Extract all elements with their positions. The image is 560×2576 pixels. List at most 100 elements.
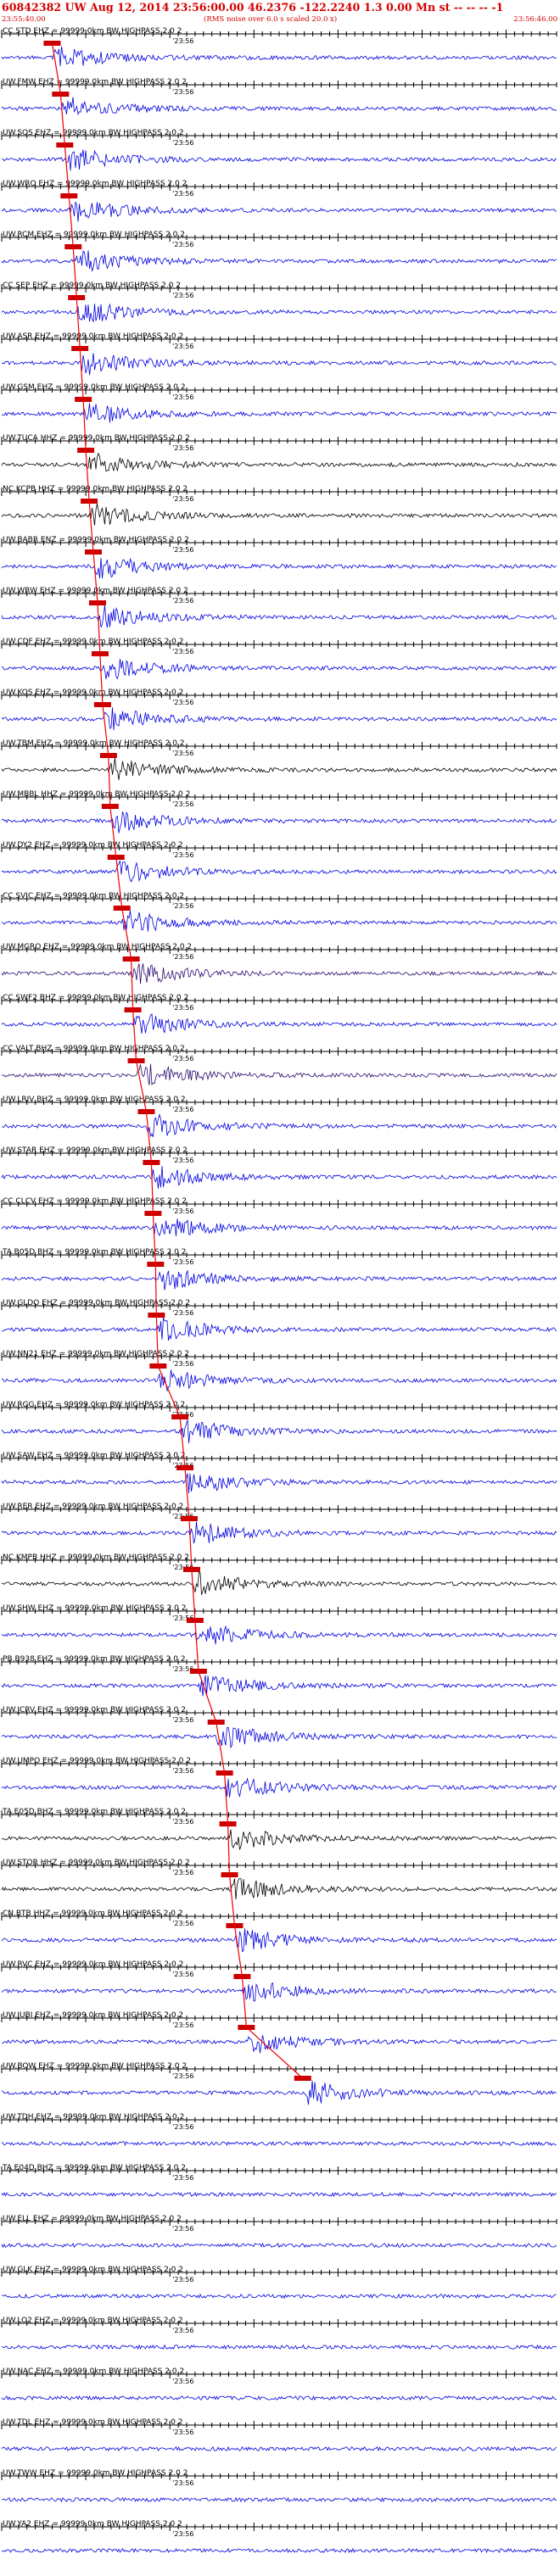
waveform-trace xyxy=(2,2293,557,2300)
trace-time-label: '23:56 xyxy=(172,2225,193,2233)
waveform-trace xyxy=(1,250,557,272)
waveform-trace xyxy=(1,758,557,780)
trace-time-label: '23:56 xyxy=(172,648,193,655)
waveform-trace xyxy=(1,1218,557,1237)
station-label: CC.SVIC EHZ = 99999.0km BW HIGHPASS 2.0 … xyxy=(3,892,184,900)
station-label: UW.MGRO EHZ = 99999.0km BW HIGHPASS 2.0 … xyxy=(3,943,192,951)
waveform-trace xyxy=(1,1928,557,1953)
trace-time-label: '23:56 xyxy=(172,1920,193,1927)
trace-time-label: '23:56 xyxy=(172,393,193,401)
trace-row: UW.TDL EHZ = 99999.0km BW HIGHPASS 2.0 2… xyxy=(1,2418,557,2452)
trace-row: UW.DY2 EHZ = 99999.0km BW HIGHPASS 2.0 2… xyxy=(1,841,557,883)
trace-row: UW.RER EHZ = 99999.0km BW HIGHPASS 2.0 2… xyxy=(1,1503,557,1544)
trace-row: UW.SOS EHZ = 99999.0km BW HIGHPASS 2.0 2… xyxy=(1,129,557,171)
trace-time-label: '23:56 xyxy=(172,2530,193,2538)
station-label: UW.SHW EHZ = 99999.0km BW HIGHPASS 2.0 2 xyxy=(3,1604,186,1613)
trace-row: UW.SHW EHZ = 99999.0km BW HIGHPASS 2.0 2… xyxy=(1,1604,557,1645)
trace-time-label: '23:56 xyxy=(172,1309,193,1317)
trace-row: UW.STOR HHZ = 99999.0km BW HIGHPASS 2.0 … xyxy=(1,1859,557,1900)
waveform-trace xyxy=(1,2140,557,2147)
waveform-trace xyxy=(1,201,557,222)
trace-time-label: '23:56 xyxy=(172,444,193,452)
trace-time-label: '23:56 xyxy=(172,1258,193,1266)
trace-row: CC.VALT BHZ = 99999.0km BW HIGHPASS 2.0 … xyxy=(1,1045,557,1086)
trace-row: UW.RGG EHZ = 99999.0km BW HIGHPASS 2.0 2… xyxy=(1,1401,557,1444)
trace-time-label: '23:56 xyxy=(172,1157,193,1164)
trace-row: TA.B05D BHZ = 99999.0km BW HIGHPASS 2.0 … xyxy=(1,1248,557,1291)
trace-row: PB.B938 EHZ = 99999.0km BW HIGHPASS 2.0 … xyxy=(1,1655,557,1697)
waveform-trace xyxy=(1,963,557,984)
waveform-trace xyxy=(1,1777,557,1798)
trace-time-label: '23:56 xyxy=(172,2479,193,2487)
station-label: UW.RGG EHZ = 99999.0km BW HIGHPASS 2.0 2 xyxy=(3,1401,185,1409)
station-label: CC.SEP EHZ = 99999.0km BW HIGHPASS 2.0 2 xyxy=(3,282,181,290)
station-label: UW.FMW EHZ = 99999.0km BW HIGHPASS 2.0 2 xyxy=(3,78,187,86)
trace-time-label: '23:56 xyxy=(172,800,193,808)
station-label: UW.KOS EHZ = 99999.0km BW HIGHPASS 2.0 2 xyxy=(3,689,183,697)
trace-row: UW.LO2 EHZ = 99999.0km BW HIGHPASS 2.0 2… xyxy=(1,2317,557,2350)
trace-time-label: '23:56 xyxy=(172,1360,193,1368)
station-label: UW.GLDO EHZ = 99999.0km BW HIGHPASS 2.0 … xyxy=(3,1299,190,1308)
trace-row: UW.ASR EHZ = 99999.0km BW HIGHPASS 2.0 2… xyxy=(1,332,557,376)
trace-time-label: '23:56 xyxy=(172,37,193,45)
station-label: CN.BTB HHZ = 99999.0km BW HIGHPASS 2.0 2 xyxy=(3,1910,183,1918)
waveform-trace xyxy=(2,1570,557,1596)
time-end: 23:56:46.00 xyxy=(513,15,557,24)
waveform-trace xyxy=(1,707,557,731)
waveform-trace xyxy=(1,2242,557,2249)
station-label: UW.DY2 EHZ = 99999.0km BW HIGHPASS 2.0 2 xyxy=(3,841,183,850)
trace-row: UW.FMW EHZ = 99999.0km BW HIGHPASS 2.0 2… xyxy=(1,78,557,116)
trace-row: CC.STD EHZ = 99999.0km BW HIGHPASS 2.0 2… xyxy=(1,27,557,67)
trace-time-label: '23:56 xyxy=(172,2378,193,2385)
waveform-trace xyxy=(2,149,557,171)
trace-row: UW.GLDO EHZ = 99999.0km BW HIGHPASS 2.0 … xyxy=(1,1299,557,1341)
trace-time-label: '23:56 xyxy=(172,343,193,350)
station-label: UW.JUBI EHZ = 99999.0km BW HIGHPASS 2.0 … xyxy=(3,2011,183,2020)
trace-time-label: '23:56 xyxy=(172,699,193,706)
trace-time-label: '23:56 xyxy=(172,597,193,605)
trace-time-label: '23:56 xyxy=(172,1004,193,1012)
trace-row: UW.RCM EHZ = 99999.0km BW HIGHPASS 2.0 2… xyxy=(1,231,557,272)
station-label: UW.TWW EHZ = 99999.0km BW HIGHPASS 2.0 2 xyxy=(3,2469,188,2478)
waveform-trace xyxy=(1,1625,557,1645)
station-label: UW.GSM EHZ = 99999.0km BW HIGHPASS 2.0 2 xyxy=(3,383,186,392)
waveform-trace xyxy=(1,1877,557,1900)
trace-row: UW.TDH EHZ = 99999.0km BW HIGHPASS 2.0 2… xyxy=(1,2113,557,2147)
trace-row: UW.MBBL HHZ = 99999.0km BW HIGHPASS 2.0 … xyxy=(1,790,557,834)
station-label: TA.B05D BHZ = 99999.0km BW HIGHPASS 2.0 … xyxy=(2,1248,186,1257)
station-label: PB.B938 EHZ = 99999.0km BW HIGHPASS 2.0 … xyxy=(3,1655,186,1664)
trace-row: CC.SEP EHZ = 99999.0km BW HIGHPASS 2.0 2… xyxy=(1,282,557,322)
station-label: UW.SOS EHZ = 99999.0km BW HIGHPASS 2.0 2 xyxy=(3,129,184,137)
trace-time-label: '23:56 xyxy=(172,1767,193,1775)
station-label: UW.CDF EHZ = 99999.0km BW HIGHPASS 2.0 2 xyxy=(3,638,183,646)
trace-time-label: '23:56 xyxy=(172,1971,193,1978)
waveform-trace xyxy=(1,452,557,472)
trace-time-label: '23:56 xyxy=(172,1207,193,1215)
station-label: UW.BABR ENZ = 99999.0km BW HIGHPASS 2.0 … xyxy=(3,536,189,544)
trace-row: UW.CDF EHZ = 99999.0km BW HIGHPASS 2.0 2… xyxy=(1,638,557,680)
trace-row: CC.SVIC EHZ = 99999.0km BW HIGHPASS 2.0 … xyxy=(1,892,557,932)
station-label: UW.UMPO EHZ = 99999.0km BW HIGHPASS 2.0 … xyxy=(3,1757,191,1765)
trace-time-label: '23:56 xyxy=(172,1818,193,1826)
station-label: CC.STD EHZ = 99999.0km BW HIGHPASS 2.0 2 xyxy=(3,27,182,36)
station-label: UW.TDH EHZ = 99999.0km BW HIGHPASS 2.0 2 xyxy=(3,2113,184,2122)
trace-row: UW.ELL EHZ = 99999.0km BW HIGHPASS 2.0 2… xyxy=(1,2215,557,2249)
station-label: NC.KCPB HHZ = 99999.0km BW HIGHPASS 2.0 … xyxy=(3,485,188,493)
station-label: TA.E05D BHZ = 99999.0km BW HIGHPASS 2.0 … xyxy=(2,1808,186,1816)
trace-row: UW.WRO EHZ = 99999.0km BW HIGHPASS 2.0 2… xyxy=(1,180,557,222)
waveform-trace xyxy=(1,1269,557,1291)
trace-time-label: '23:56 xyxy=(172,851,193,859)
waveform-trace xyxy=(1,2344,557,2350)
trace-time-label: '23:56 xyxy=(172,1716,193,1724)
station-label: UW.ELL EHZ = 99999.0km BW HIGHPASS 2.0 2 xyxy=(3,2215,182,2223)
trace-row: TA.E04D BHZ = 99999.0km BW HIGHPASS 2.0 … xyxy=(1,2164,557,2198)
station-label: UW.NAC EHZ = 99999.0km BW HIGHPASS 2.0 2 xyxy=(3,2367,184,2376)
trace-time-label: '23:56 xyxy=(172,546,193,554)
pick-marker xyxy=(294,2076,311,2081)
waveform-trace xyxy=(1,46,557,67)
station-label: UW.YA2 EHZ = 99999.0km BW HIGHPASS 2.0 2 xyxy=(3,2520,182,2529)
waveform-trace xyxy=(1,2395,557,2401)
waveform-trace xyxy=(1,1982,557,2002)
waveform-trace xyxy=(1,605,557,628)
time-start: 23:55:40.00 xyxy=(2,15,46,24)
